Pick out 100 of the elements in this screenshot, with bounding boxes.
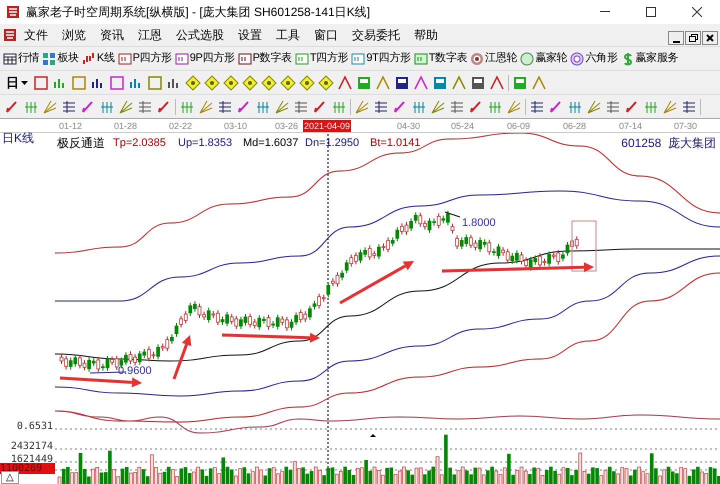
price-annotation: 0.9600 — [118, 364, 152, 379]
date-label: 01-28 — [113, 120, 138, 132]
toolbar-button[interactable]: 板块 — [42, 50, 79, 67]
menu-item[interactable]: 资讯 — [93, 25, 131, 45]
grid-lines-icon[interactable] — [529, 98, 545, 114]
toolbar-button[interactable]: 9P四方形 — [174, 50, 235, 67]
indicator-value: Md=1.6037 — [243, 136, 298, 151]
diamond-icon[interactable] — [280, 74, 296, 90]
tn-icon — [414, 52, 428, 66]
trend-arrow — [172, 335, 192, 380]
toolbar-button[interactable]: 赢家服务 — [620, 50, 678, 67]
grid-lines-icon[interactable] — [293, 98, 309, 114]
toolbar-button[interactable]: 赢家轮 — [520, 50, 568, 67]
indicator-value: Bt=1.0141 — [370, 136, 420, 151]
diamond-icon[interactable] — [223, 74, 239, 90]
menu-item[interactable]: 交易委托 — [345, 25, 407, 45]
fan-lines-icon[interactable] — [274, 98, 290, 114]
t9-icon — [351, 52, 366, 66]
date-label: 02-22 — [168, 120, 194, 132]
app-logo-icon — [6, 5, 20, 19]
circle-icon — [520, 52, 534, 66]
toolbar-button[interactable]: P四方形 — [118, 50, 172, 67]
grid-icon — [42, 52, 56, 66]
grid-lines-icon[interactable] — [217, 98, 233, 114]
caret-icon — [21, 80, 28, 84]
toolbar-button[interactable]: P数字表 — [238, 50, 292, 67]
fan-lines-icon[interactable] — [118, 98, 134, 114]
maximize-icon — [646, 7, 656, 17]
grid-lines-icon[interactable] — [373, 98, 389, 114]
fan-lines-icon[interactable] — [430, 98, 446, 114]
menu-item[interactable]: 窗口 — [307, 25, 345, 45]
fan-lines-icon[interactable] — [586, 98, 602, 114]
window-icon[interactable] — [394, 74, 410, 90]
window-icon[interactable] — [470, 74, 486, 90]
corner-button[interactable]: △ — [1, 471, 19, 484]
grid-lines-icon[interactable] — [605, 98, 621, 114]
indicator-value: Dn=1.2950 — [305, 136, 360, 151]
grid-lines-icon[interactable] — [449, 98, 465, 114]
toolbar-button[interactable]: 9T四方形 — [351, 50, 411, 67]
diamond-icon[interactable] — [204, 74, 220, 90]
close-icon — [706, 34, 714, 42]
indicator-value: Up=1.8353 — [178, 136, 232, 151]
minimize-icon — [600, 11, 610, 13]
menu-item[interactable]: 设置 — [231, 25, 269, 45]
date-label: 03-10 — [223, 120, 248, 132]
axis-value-label: 1621449 — [10, 454, 53, 465]
pn-icon — [238, 52, 252, 66]
toolbar-button[interactable]: T四方形 — [294, 50, 348, 67]
grid-lines-icon[interactable] — [681, 98, 697, 114]
child-close-button[interactable] — [702, 31, 718, 45]
diamond-icon[interactable] — [242, 74, 258, 90]
date-label: 07-30 — [673, 120, 698, 132]
diamond-icon[interactable] — [318, 74, 334, 90]
stock-name-label: 601258 庞大集团 — [621, 135, 716, 152]
toolbar-button[interactable]: K线 — [82, 50, 115, 67]
axis-value-label: 0.6531 — [16, 421, 53, 432]
menu-item[interactable]: 工具 — [269, 25, 307, 45]
menu-item[interactable]: 文件 — [17, 25, 55, 45]
grid-lines-icon[interactable] — [137, 98, 153, 114]
grid-lines-icon[interactable] — [61, 98, 77, 114]
tool-icon[interactable] — [451, 74, 467, 90]
toolbar-button[interactable]: 行情 — [3, 50, 40, 67]
chart-tool-icon[interactable] — [33, 74, 49, 90]
p9-icon — [174, 52, 189, 66]
candles-icon — [82, 52, 96, 66]
target-icon — [470, 52, 484, 66]
menu-item[interactable]: 公式选股 — [169, 25, 231, 45]
date-label: 06-28 — [562, 120, 588, 132]
chart-period-label: 日K线 — [2, 130, 34, 147]
table-icon — [3, 52, 17, 66]
date-label: 03-26 — [274, 120, 300, 132]
fan-lines-icon[interactable] — [506, 98, 522, 114]
tool-icon[interactable] — [413, 74, 429, 90]
indicator-name: 极反通道 — [57, 135, 105, 152]
menu-item[interactable]: 浏览 — [55, 25, 93, 45]
close-icon — [692, 7, 702, 17]
tool-icon[interactable] — [337, 74, 353, 90]
app-logo-icon — [3, 28, 17, 42]
tool-icon[interactable] — [531, 74, 547, 90]
toolbar-button[interactable]: T数字表 — [414, 50, 468, 67]
date-label: 07-14 — [618, 120, 644, 132]
date-label: 06-09 — [506, 120, 532, 132]
cursor-date-label: 2021-04-09 — [303, 120, 352, 132]
chart-tool-icon[interactable] — [147, 74, 163, 90]
tool-icon[interactable] — [489, 74, 505, 90]
menu-item[interactable]: 江恩 — [131, 25, 169, 45]
minimize-icon — [672, 41, 680, 44]
marker-icon — [370, 434, 376, 437]
toolbar-button[interactable]: 江恩轮 — [470, 50, 518, 67]
axis-value-label: 1100269 — [0, 463, 55, 474]
child-restore-button[interactable] — [685, 31, 701, 45]
price-annotation: 1.8000 — [462, 216, 496, 231]
diamond-icon[interactable] — [261, 74, 277, 90]
diamond-icon[interactable] — [299, 74, 315, 90]
diamond-icon[interactable] — [185, 74, 201, 90]
child-minimize-button[interactable] — [668, 31, 684, 45]
toolbar-button[interactable]: 六角形 — [570, 50, 618, 67]
menu-item[interactable]: 帮助 — [407, 25, 445, 45]
chart-tool-icon[interactable] — [109, 74, 125, 90]
period-dropdown[interactable]: 日 — [4, 72, 30, 92]
